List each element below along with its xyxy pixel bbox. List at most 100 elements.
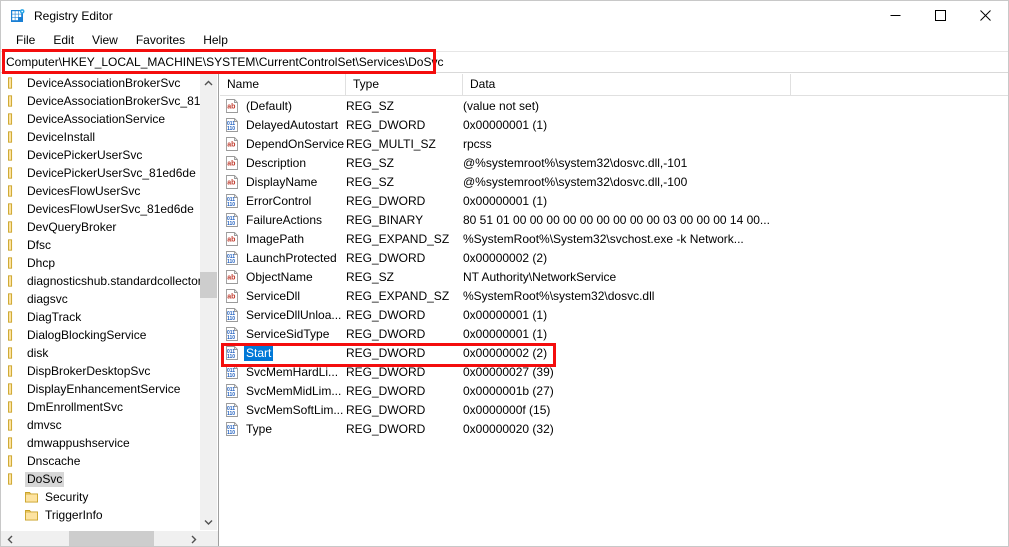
- tree-item-devquerybroker[interactable]: DevQueryBroker: [1, 218, 201, 236]
- tree-item-displayenhancementservice[interactable]: DisplayEnhancementService: [1, 380, 201, 398]
- maximize-button[interactable]: [918, 1, 963, 30]
- registry-values-list[interactable]: ab (Default) REG_SZ (value not set) 011 110 De…: [220, 96, 1008, 438]
- binary-value-icon: 011 110: [225, 193, 239, 208]
- tree-item-security[interactable]: Security: [1, 488, 201, 506]
- svg-text:110: 110: [227, 126, 235, 132]
- table-row[interactable]: ab DisplayName REG_SZ @%systemroot%\system3…: [220, 172, 1008, 191]
- table-row[interactable]: 011 110 ServiceSidType REG_DWORD 0x00000001 …: [220, 324, 1008, 343]
- tree-item-devicepickerusersvc[interactable]: DevicePickerUserSvc: [1, 146, 201, 164]
- tree-vertical-scroll-thumb[interactable]: [200, 272, 217, 298]
- tree-item-label: DeviceAssociationBrokerSvc: [27, 75, 181, 90]
- value-type-cell: REG_DWORD: [346, 364, 426, 379]
- tree-item-dmenrollmentsvc[interactable]: DmEnrollmentSvc: [1, 398, 201, 416]
- tree-item-deviceassociationbrokersvc[interactable]: DeviceAssociationBrokerSvc: [1, 74, 201, 92]
- table-row[interactable]: 011 110 DelayedAutostart REG_DWORD 0x0000000…: [220, 115, 1008, 134]
- tree-item-devicesflowusersvc-81ed6de[interactable]: DevicesFlowUserSvc_81ed6de: [1, 200, 201, 218]
- folder-icon: [25, 491, 38, 503]
- tree-item-dfsc[interactable]: Dfsc: [1, 236, 201, 254]
- tree-item-devicesflowusersvc[interactable]: DevicesFlowUserSvc: [1, 182, 201, 200]
- tree-item-dnscache[interactable]: Dnscache: [1, 452, 201, 470]
- tree-item-diagsvc[interactable]: diagsvc: [1, 290, 201, 308]
- value-name-cell: ab ServiceDll: [220, 288, 346, 304]
- svg-text:110: 110: [227, 316, 235, 322]
- tree-item-label: DisplayEnhancementService: [27, 381, 181, 396]
- binary-value-icon: 011 110: [225, 402, 239, 417]
- tree-item-triggerinfo[interactable]: TriggerInfo: [1, 506, 201, 524]
- menu-edit[interactable]: Edit: [44, 31, 83, 51]
- table-row[interactable]: ab ServiceDll REG_EXPAND_SZ %SystemRoot%\sy…: [220, 286, 1008, 305]
- table-row[interactable]: 011 110 ServiceDllUnloa... REG_DWORD 0x00000…: [220, 305, 1008, 324]
- menu-file[interactable]: File: [7, 31, 44, 51]
- scroll-left-button[interactable]: [1, 531, 18, 546]
- column-header-data[interactable]: Data: [463, 74, 791, 96]
- table-row[interactable]: 011 110 SvcMemSoftLim... REG_DWORD 0x0000000…: [220, 400, 1008, 419]
- table-row[interactable]: 011 110 SvcMemHardLi... REG_DWORD 0x00000027…: [220, 362, 1008, 381]
- tree-item-dmwappushservice[interactable]: dmwappushservice: [1, 434, 201, 452]
- svg-text:ab: ab: [227, 103, 235, 110]
- value-data-cell: 0x0000000f (15): [463, 402, 551, 417]
- value-data-cell: @%systemroot%\system32\dosvc.dll,-101: [463, 155, 688, 170]
- minimize-button[interactable]: [873, 1, 918, 30]
- table-row[interactable]: ab ObjectName REG_SZ NT Authority\NetworkSe…: [220, 267, 1008, 286]
- window-controls: [873, 1, 1008, 30]
- menu-favorites[interactable]: Favorites: [127, 31, 194, 51]
- column-header-type[interactable]: Type: [346, 74, 463, 96]
- value-name-text: ErrorControl: [246, 193, 312, 208]
- tree-item-deviceinstall[interactable]: DeviceInstall: [1, 128, 201, 146]
- tree-item-dosvc[interactable]: DoSvc: [1, 470, 201, 488]
- tree-horizontal-scroll-thumb[interactable]: [69, 531, 154, 546]
- menu-view[interactable]: View: [83, 31, 127, 51]
- value-name-cell: ab Description: [220, 155, 346, 171]
- folder-icon: [7, 401, 20, 413]
- tree-item-devicepickerusersvc-81ed6de[interactable]: DevicePickerUserSvc_81ed6de: [1, 164, 201, 182]
- binary-value-icon: 011 110: [225, 117, 239, 132]
- table-row[interactable]: ab DependOnService REG_MULTI_SZ rpcss: [220, 134, 1008, 153]
- binary-value-icon: 011 110: [225, 326, 239, 341]
- tree-item-dialogblockingservice[interactable]: DialogBlockingService: [1, 326, 201, 344]
- svg-text:110: 110: [227, 411, 235, 417]
- tree-item-diagtrack[interactable]: DiagTrack: [1, 308, 201, 326]
- table-row[interactable]: ab ImagePath REG_EXPAND_SZ %SystemRoot%\Sys…: [220, 229, 1008, 248]
- tree-horizontal-scrollbar[interactable]: [1, 530, 218, 546]
- chevron-up-icon: [204, 80, 213, 85]
- svg-text:ab: ab: [227, 236, 235, 243]
- folder-icon: [7, 77, 20, 89]
- menu-help[interactable]: Help: [194, 31, 237, 51]
- address-input[interactable]: Computer\HKEY_LOCAL_MACHINE\SYSTEM\Curre…: [1, 51, 1008, 73]
- value-name-cell: 011 110 Type: [220, 421, 346, 437]
- tree-item-deviceassociationservice[interactable]: DeviceAssociationService: [1, 110, 201, 128]
- column-header-name[interactable]: Name: [220, 74, 346, 96]
- title-bar: Registry Editor: [1, 1, 1008, 30]
- tree-item-dispbrokerdesktopsvc[interactable]: DispBrokerDesktopSvc: [1, 362, 201, 380]
- table-row[interactable]: ab Description REG_SZ @%systemroot%\system3…: [220, 153, 1008, 172]
- table-row[interactable]: 011 110 Start REG_DWORD 0x00000002 (2): [220, 343, 1008, 362]
- value-data-cell: rpcss: [463, 136, 492, 151]
- table-row[interactable]: 011 110 LaunchProtected REG_DWORD 0x00000002…: [220, 248, 1008, 267]
- tree-item-label: DialogBlockingService: [27, 327, 147, 342]
- value-type-cell: REG_EXPAND_SZ: [346, 288, 450, 303]
- folder-icon: [7, 365, 20, 377]
- maximize-icon: [935, 10, 946, 21]
- scroll-down-button[interactable]: [200, 513, 217, 530]
- table-row[interactable]: 011 110 SvcMemMidLim... REG_DWORD 0x0000001b…: [220, 381, 1008, 400]
- scroll-right-button[interactable]: [185, 531, 202, 546]
- close-button[interactable]: [963, 1, 1008, 30]
- svg-text:110: 110: [227, 259, 235, 265]
- scroll-up-button[interactable]: [200, 74, 217, 91]
- tree-vertical-scrollbar[interactable]: [200, 74, 217, 530]
- tree-item-deviceassociationbrokersvc-81ed6[interactable]: DeviceAssociationBrokerSvc_81ed6: [1, 92, 201, 110]
- value-name-text: FailureActions: [246, 212, 323, 227]
- table-row[interactable]: ab (Default) REG_SZ (value not set): [220, 96, 1008, 115]
- tree-item-label: DmEnrollmentSvc: [27, 399, 124, 414]
- binary-value-icon: 011 110: [225, 250, 239, 265]
- table-row[interactable]: 011 110 Type REG_DWORD 0x00000020 (32): [220, 419, 1008, 438]
- value-name-cell: 011 110 FailureActions: [220, 212, 346, 228]
- tree-item-dmvsc[interactable]: dmvsc: [1, 416, 201, 434]
- chevron-right-icon: [191, 535, 196, 544]
- table-row[interactable]: 011 110 FailureActions REG_BINARY 80 51 01 0…: [220, 210, 1008, 229]
- tree-item-diagnosticshub-standardcollector-s[interactable]: diagnosticshub.standardcollector.s: [1, 272, 201, 290]
- registry-tree[interactable]: DeviceAssociationBrokerSvc DeviceAssociat…: [1, 74, 201, 530]
- tree-item-disk[interactable]: disk: [1, 344, 201, 362]
- tree-item-dhcp[interactable]: Dhcp: [1, 254, 201, 272]
- table-row[interactable]: 011 110 ErrorControl REG_DWORD 0x00000001 (1…: [220, 191, 1008, 210]
